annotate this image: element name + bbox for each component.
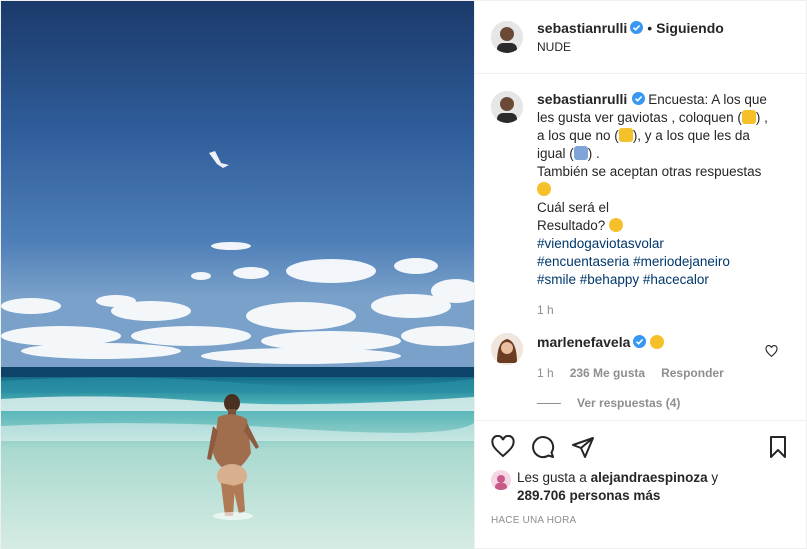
comment-item: marlenefavela 1 h 236 Me gusta Responder [491,333,790,382]
view-replies-button[interactable]: Ver respuestas (4) [537,396,790,410]
caption-text: Cuál será el [537,200,610,215]
verified-badge-icon [633,335,647,348]
hashtag-link[interactable]: #viendogaviotasvolar [537,236,664,251]
hashtag-link[interactable]: #smile [537,272,576,287]
caption-text: ) . [587,146,600,161]
thumbs-down-icon [618,128,633,142]
likes-prefix: Les gusta a [517,470,587,485]
post-caption: sebastianrulli Encuesta: A los que les gu… [491,90,790,289]
caption-author-avatar[interactable] [491,91,523,123]
liker-avatar[interactable] [491,470,511,490]
comment-button[interactable] [531,427,571,467]
verified-badge-icon [632,92,646,105]
heart-icon [491,435,515,458]
post-side-panel: sebastianrulli • Siguiendo NUDE sebastianr… [474,1,806,549]
comment-bubble-icon [532,436,555,459]
likes-summary: Les gusta a alejandraespinoza y 289.706 … [491,469,790,505]
post-actions: Les gusta a alejandraespinoza y 289.706 … [475,420,806,549]
posted-time[interactable]: HACE UNA HORA [491,515,790,526]
replies-divider [537,402,561,404]
verified-badge-icon [630,20,644,34]
hashtag-link[interactable]: #behappy [580,272,639,287]
view-replies-label: Ver respuestas (4) [577,396,681,410]
hashtag-link[interactable]: #hacecalor [643,272,709,287]
screaming-face-icon [650,335,665,349]
header-separator: • [647,19,653,36]
save-button[interactable] [750,427,790,467]
author-avatar[interactable] [491,21,523,53]
beach-photo-image [1,1,474,549]
thinking-face-icon [609,218,624,232]
hashtag-link[interactable]: #meriodejaneiro [633,254,730,269]
reply-button[interactable]: Responder [661,364,724,382]
bookmark-icon [770,436,786,458]
like-button[interactable] [491,427,531,467]
commenter-avatar[interactable] [491,333,523,365]
post-container: sebastianrulli • Siguiendo NUDE sebastianr… [0,0,807,549]
share-button[interactable] [571,427,611,467]
commenter-username[interactable]: marlenefavela [537,334,630,350]
likes-conj: y [711,470,719,485]
hashtag-link[interactable]: #encuentaseria [537,254,629,269]
comment-likes[interactable]: 236 Me gusta [570,364,645,382]
likes-count-button[interactable]: 289.706 personas más [517,488,660,503]
laughing-face-icon [537,182,551,196]
paper-plane-icon [572,437,594,458]
post-location[interactable]: NUDE [537,38,724,56]
comments-section[interactable]: sebastianrulli Encuesta: A los que les gu… [475,74,806,420]
thumbs-up-icon [741,110,756,124]
caption-text: Resultado? [537,218,606,233]
caption-username[interactable]: sebastianrulli [537,91,627,107]
post-photo[interactable] [1,1,474,549]
post-header: sebastianrulli • Siguiendo NUDE [475,1,806,74]
shrug-icon [573,146,588,160]
caption-text: También se aceptan otras respuestas [537,164,762,179]
comment-like-heart-icon[interactable] [765,345,778,358]
following-button[interactable]: Siguiendo [656,20,724,36]
liker-username[interactable]: alejandraespinoza [591,470,708,485]
comment-time[interactable]: 1 h [537,364,554,382]
caption-time[interactable]: 1 h [537,303,790,317]
author-username[interactable]: sebastianrulli [537,20,627,36]
